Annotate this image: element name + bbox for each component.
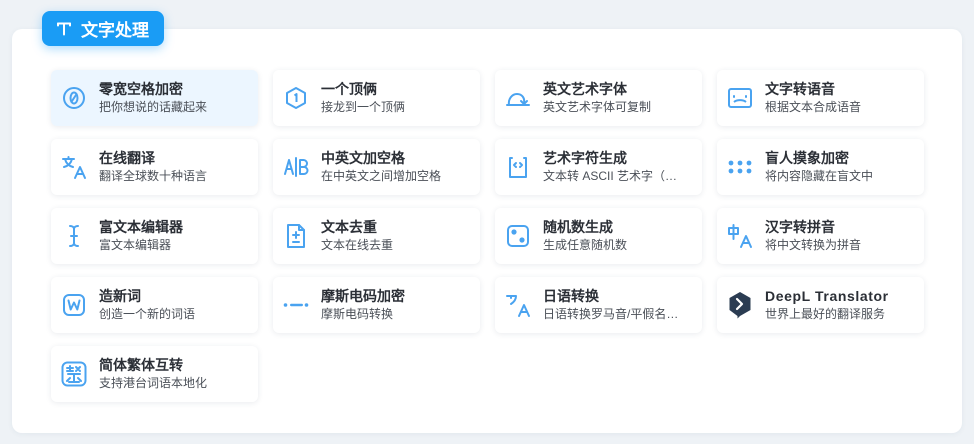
zero-width-icon bbox=[61, 85, 87, 111]
traditional-char-icon bbox=[61, 361, 87, 387]
tool-title: 英文艺术字体 bbox=[543, 81, 627, 97]
tool-title: 盲人摸象加密 bbox=[765, 150, 849, 166]
tool-card-ascii-art[interactable]: 艺术字符生成 文本转 ASCII 艺术字（… bbox=[495, 139, 702, 195]
tool-title: 摩斯电码加密 bbox=[321, 288, 405, 304]
tool-card-yi-ge-ding-lia[interactable]: 一个顶俩 接龙到一个顶俩 bbox=[273, 70, 480, 126]
japanese-a-icon bbox=[505, 292, 531, 318]
tool-card-text-to-speech[interactable]: 文字转语音 根据文本合成语音 bbox=[717, 70, 924, 126]
tool-desc: 将内容隐藏在盲文中 bbox=[765, 169, 874, 183]
tool-title: 文本去重 bbox=[321, 219, 377, 235]
section-title: 文字处理 bbox=[81, 21, 149, 40]
tool-card-zero-width-encrypt[interactable]: 零宽空格加密 把你想说的话藏起来 bbox=[51, 70, 258, 126]
tools-grid: 零宽空格加密 把你想说的话藏起来 一个顶俩 接龙到一个顶俩 英文艺术字体 英文艺… bbox=[51, 70, 924, 402]
tool-card-rich-text-editor[interactable]: 富文本编辑器 富文本编辑器 bbox=[51, 208, 258, 264]
translate-icon bbox=[61, 154, 87, 180]
tool-title: 中英文加空格 bbox=[321, 150, 405, 166]
tool-title: 在线翻译 bbox=[99, 150, 155, 166]
tool-desc: 文本在线去重 bbox=[321, 238, 394, 252]
chinese-to-a-icon bbox=[727, 223, 753, 249]
braille-dots-icon bbox=[727, 154, 753, 180]
tool-desc: 根据文本合成语音 bbox=[765, 100, 862, 114]
dice-icon bbox=[505, 223, 531, 249]
tool-desc: 文本转 ASCII 艺术字（… bbox=[543, 169, 678, 183]
tool-title: 造新词 bbox=[99, 288, 141, 304]
text-t-icon bbox=[55, 20, 73, 38]
tool-title: 富文本编辑器 bbox=[99, 219, 183, 235]
tool-card-simplified-traditional[interactable]: 简体繁体互转 支持港台词语本地化 bbox=[51, 346, 258, 402]
tool-desc: 在中英文之间增加空格 bbox=[321, 169, 442, 183]
tool-desc: 英文艺术字体可复制 bbox=[543, 100, 652, 114]
curved-arrow-icon bbox=[505, 85, 531, 111]
tool-title: 文字转语音 bbox=[765, 81, 835, 97]
w-badge-icon bbox=[61, 292, 87, 318]
file-diff-icon bbox=[283, 223, 309, 249]
hexagon-one-icon bbox=[283, 85, 309, 111]
tool-desc: 将中文转换为拼音 bbox=[765, 238, 862, 252]
code-file-icon bbox=[505, 154, 531, 180]
tool-card-new-word[interactable]: 造新词 创造一个新的词语 bbox=[51, 277, 258, 333]
tool-desc: 世界上最好的翻译服务 bbox=[765, 307, 886, 321]
tool-card-morse-code[interactable]: 摩斯电码加密 摩斯电码转换 bbox=[273, 277, 480, 333]
tool-desc: 把你想说的话藏起来 bbox=[99, 100, 208, 114]
tool-desc: 生成任意随机数 bbox=[543, 238, 628, 252]
tool-card-english-art-font[interactable]: 英文艺术字体 英文艺术字体可复制 bbox=[495, 70, 702, 126]
tool-title: DeepL Translator bbox=[765, 288, 889, 304]
tool-title: 一个顶俩 bbox=[321, 81, 377, 97]
tool-title: 零宽空格加密 bbox=[99, 81, 183, 97]
tool-card-braille-encrypt[interactable]: 盲人摸象加密 将内容隐藏在盲文中 bbox=[717, 139, 924, 195]
section-tag: 文字处理 bbox=[42, 11, 164, 46]
tool-card-random-number[interactable]: 随机数生成 生成任意随机数 bbox=[495, 208, 702, 264]
tool-card-online-translate[interactable]: 在线翻译 翻译全球数十种语言 bbox=[51, 139, 258, 195]
tool-title: 汉字转拼音 bbox=[765, 219, 835, 235]
tool-desc: 接龙到一个顶俩 bbox=[321, 100, 406, 114]
tool-desc: 翻译全球数十种语言 bbox=[99, 169, 208, 183]
tool-desc: 创造一个新的词语 bbox=[99, 307, 196, 321]
speech-box-icon bbox=[727, 85, 753, 111]
tool-desc: 支持港台词语本地化 bbox=[99, 376, 208, 390]
tool-desc: 富文本编辑器 bbox=[99, 238, 172, 252]
tool-card-hanzi-to-pinyin[interactable]: 汉字转拼音 将中文转换为拼音 bbox=[717, 208, 924, 264]
tool-card-deepl-translator[interactable]: DeepL Translator 世界上最好的翻译服务 bbox=[717, 277, 924, 333]
text-cursor-icon bbox=[61, 223, 87, 249]
tool-desc: 摩斯电码转换 bbox=[321, 307, 394, 321]
tool-title: 日语转换 bbox=[543, 288, 599, 304]
tool-title: 随机数生成 bbox=[543, 219, 613, 235]
tool-desc: 日语转换罗马音/平假名… bbox=[543, 307, 679, 321]
morse-code-icon bbox=[283, 292, 309, 318]
tool-card-japanese-convert[interactable]: 日语转换 日语转换罗马音/平假名… bbox=[495, 277, 702, 333]
ab-divider-icon bbox=[283, 154, 309, 180]
tool-card-text-dedupe[interactable]: 文本去重 文本在线去重 bbox=[273, 208, 480, 264]
tool-title: 简体繁体互转 bbox=[99, 357, 183, 373]
deepl-logo-icon bbox=[727, 292, 753, 319]
tool-card-cn-en-spacing[interactable]: 中英文加空格 在中英文之间增加空格 bbox=[273, 139, 480, 195]
tool-title: 艺术字符生成 bbox=[543, 150, 627, 166]
